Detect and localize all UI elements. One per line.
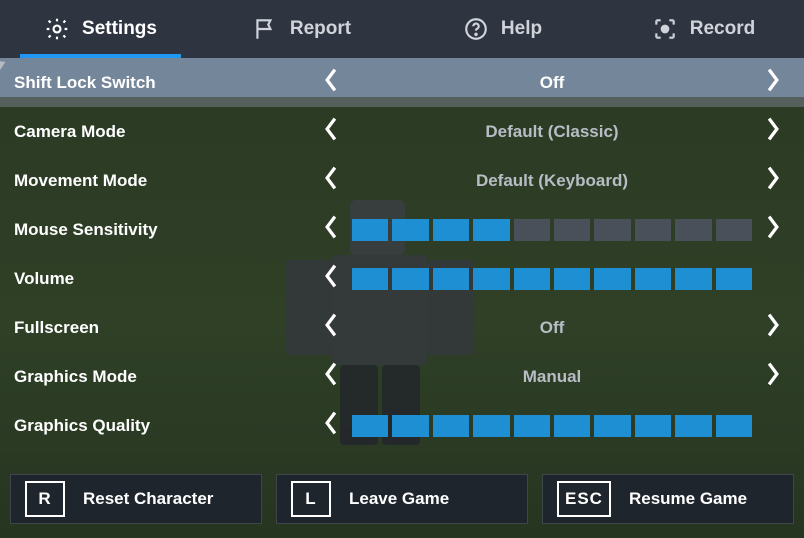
- chevron-left-icon[interactable]: [314, 116, 348, 147]
- chevron-left-icon[interactable]: [314, 263, 348, 294]
- level-bar: [716, 219, 752, 241]
- level-bar: [352, 415, 388, 437]
- leave-game-button[interactable]: L Leave Game: [276, 474, 528, 524]
- level-bar: [392, 268, 428, 290]
- chevron-right-icon[interactable]: [756, 67, 790, 98]
- level-bar: [675, 219, 711, 241]
- setting-label: Movement Mode: [14, 171, 314, 191]
- level-bar: [554, 415, 590, 437]
- level-bars[interactable]: [348, 415, 756, 437]
- chevron-right-icon[interactable]: [756, 165, 790, 196]
- chevron-left-icon[interactable]: [314, 214, 348, 245]
- level-bar: [675, 415, 711, 437]
- level-bar: [352, 219, 388, 241]
- setting-row: Volume: [0, 254, 804, 303]
- chevron-left-icon[interactable]: [314, 312, 348, 343]
- setting-value: Off: [348, 73, 756, 93]
- keycap-esc: ESC: [557, 481, 611, 517]
- level-bar: [594, 415, 630, 437]
- tab-record[interactable]: Record: [603, 0, 804, 58]
- tab-report[interactable]: Report: [201, 0, 402, 58]
- record-icon: [652, 16, 678, 42]
- level-bar: [352, 268, 388, 290]
- tab-label: Help: [501, 18, 542, 40]
- help-icon: [463, 16, 489, 42]
- setting-value: Default (Classic): [348, 122, 756, 142]
- button-label: Leave Game: [349, 489, 449, 509]
- level-bars[interactable]: [348, 219, 756, 241]
- gear-icon: [44, 16, 70, 42]
- tab-label: Settings: [82, 18, 157, 40]
- level-bar: [514, 415, 550, 437]
- level-bar: [635, 415, 671, 437]
- setting-label: Camera Mode: [14, 122, 314, 142]
- level-bar: [433, 268, 469, 290]
- level-bar: [392, 219, 428, 241]
- chevron-right-icon[interactable]: [756, 116, 790, 147]
- level-bar: [433, 219, 469, 241]
- setting-row: Fullscreen Off: [0, 303, 804, 352]
- chevron-right-icon[interactable]: [756, 312, 790, 343]
- setting-row: Graphics Quality: [0, 401, 804, 450]
- level-bar: [473, 415, 509, 437]
- level-bar: [473, 268, 509, 290]
- setting-label: Fullscreen: [14, 318, 314, 338]
- level-bar: [554, 268, 590, 290]
- bottom-button-bar: R Reset Character L Leave Game ESC Resum…: [0, 464, 804, 538]
- tab-label: Record: [690, 18, 755, 40]
- settings-list: Shift Lock Switch Off Camera Mode Default (…: [0, 58, 804, 464]
- setting-label: Mouse Sensitivity: [14, 220, 314, 240]
- setting-label: Shift Lock Switch: [14, 73, 314, 93]
- setting-row: Shift Lock Switch Off: [0, 58, 804, 107]
- chevron-left-icon[interactable]: [314, 410, 348, 441]
- setting-row: Graphics Mode Manual: [0, 352, 804, 401]
- level-bar: [514, 219, 550, 241]
- flag-icon: [252, 16, 278, 42]
- chevron-left-icon[interactable]: [314, 361, 348, 392]
- keycap-l: L: [291, 481, 331, 517]
- setting-label: Graphics Mode: [14, 367, 314, 387]
- button-label: Resume Game: [629, 489, 747, 509]
- chevron-left-icon[interactable]: [314, 67, 348, 98]
- setting-value: Off: [348, 318, 756, 338]
- tab-bar: Settings Report Help Record: [0, 0, 804, 58]
- level-bar: [675, 268, 711, 290]
- reset-character-button[interactable]: R Reset Character: [10, 474, 262, 524]
- setting-label: Volume: [14, 269, 314, 289]
- level-bar: [635, 268, 671, 290]
- level-bar: [594, 219, 630, 241]
- level-bar: [594, 268, 630, 290]
- level-bar: [473, 219, 509, 241]
- tab-label: Report: [290, 18, 351, 40]
- button-label: Reset Character: [83, 489, 213, 509]
- level-bar: [716, 415, 752, 437]
- chevron-right-icon[interactable]: [756, 361, 790, 392]
- setting-label: Graphics Quality: [14, 416, 314, 436]
- resume-game-button[interactable]: ESC Resume Game: [542, 474, 794, 524]
- level-bar: [635, 219, 671, 241]
- tab-settings[interactable]: Settings: [0, 0, 201, 58]
- level-bar: [433, 415, 469, 437]
- setting-row: Movement Mode Default (Keyboard): [0, 156, 804, 205]
- setting-row: Mouse Sensitivity: [0, 205, 804, 254]
- setting-row: Camera Mode Default (Classic): [0, 107, 804, 156]
- chevron-right-icon[interactable]: [756, 214, 790, 245]
- setting-value: Manual: [348, 367, 756, 387]
- level-bar: [554, 219, 590, 241]
- chevron-left-icon[interactable]: [314, 165, 348, 196]
- level-bar: [514, 268, 550, 290]
- keycap-r: R: [25, 481, 65, 517]
- tab-help[interactable]: Help: [402, 0, 603, 58]
- level-bar: [392, 415, 428, 437]
- level-bars[interactable]: [348, 268, 756, 290]
- level-bar: [716, 268, 752, 290]
- setting-value: Default (Keyboard): [348, 171, 756, 191]
